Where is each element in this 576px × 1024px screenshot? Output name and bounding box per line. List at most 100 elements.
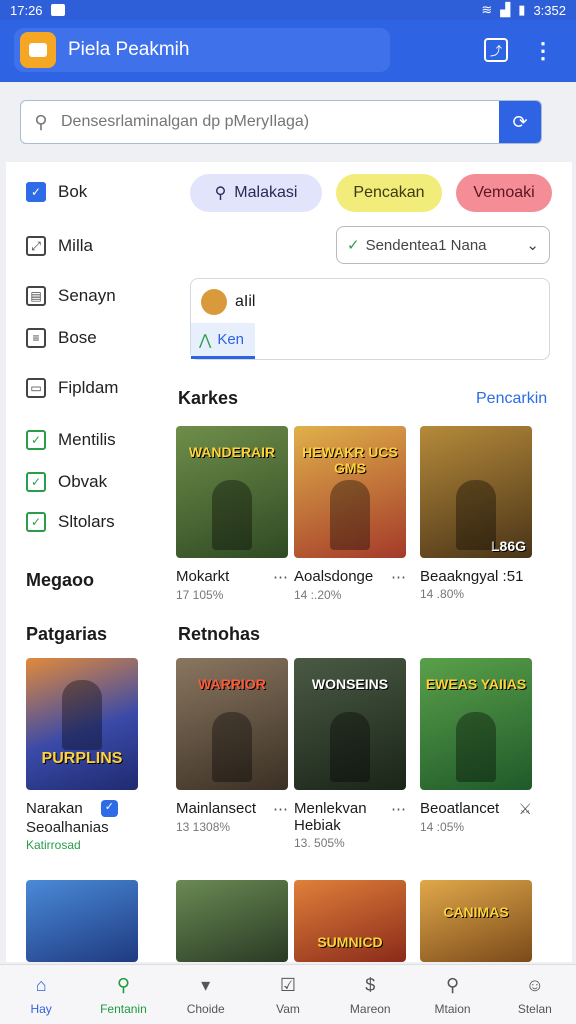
thumbnail-caption: HEWAKR UCS GMS <box>302 444 398 476</box>
game-card[interactable]: WANDERAIR Mokarkt ⋯ 17 105% <box>176 426 288 602</box>
refresh-button[interactable]: ⟳ <box>499 101 541 143</box>
bookmark-icon: ▾ <box>201 975 211 995</box>
game-thumbnail: PURPLINS <box>26 658 138 790</box>
status-bar: 17:26 ≋ ▟ ▮ 3:352 <box>0 0 576 20</box>
game-card[interactable]: SUMNICD <box>294 880 406 962</box>
nav-item-mareon[interactable]: $ Mareon <box>329 965 411 1024</box>
chart-icon: ⤢ <box>26 236 46 256</box>
game-card[interactable] <box>26 880 138 962</box>
thumbnail-caption: WARRIOR <box>198 676 266 692</box>
section-title-karkes: Karkes <box>178 388 239 408</box>
sidebar-item-senayn[interactable]: ▤ Senayn <box>26 286 116 306</box>
sidebar-item-label: Milla <box>58 236 93 255</box>
game-card[interactable]: CANIMAS <box>420 880 532 962</box>
card-subtitle: 14 .80% <box>420 587 465 601</box>
card-title: Mainlansect <box>176 800 257 817</box>
profile-icon: ☺ <box>525 975 545 995</box>
more-horiz-icon[interactable]: ⋯ <box>273 568 288 586</box>
chip-label: Vemoaki <box>473 184 535 201</box>
nav-item-vam[interactable]: ☑ Vam <box>247 965 329 1024</box>
nav-label: Choide <box>186 1001 225 1016</box>
card-status: Katirrosad <box>26 838 81 852</box>
thumbnail-caption: CANIMAS <box>443 904 509 920</box>
see-all-link[interactable]: Pencarkin <box>476 390 547 408</box>
sidebar-item-sltolars[interactable]: ✓ Sltolars <box>26 512 115 532</box>
section-title-retnohas: Retnohas <box>178 624 261 644</box>
battery-icon: ▮ <box>518 2 526 17</box>
sidebar-item-label: Senayn <box>58 286 116 305</box>
sidebar-item-fipldam[interactable]: ▭ Fipldam <box>26 378 118 398</box>
dropdown-value: Sendentea1 Nana <box>365 237 487 254</box>
nav-label: Mareon <box>349 1001 391 1016</box>
game-thumbnail: CANIMAS <box>420 880 532 962</box>
sidebar-item-milla[interactable]: ⤢ Milla <box>26 236 93 256</box>
sidebar-heading-patgarias: Patgarias <box>26 624 108 644</box>
verified-icon: ✓ <box>100 800 118 817</box>
nav-item-hay[interactable]: ⌂ Hay <box>0 965 82 1024</box>
app-bar: Piela Peakmih ⤴ ⋮ <box>0 20 576 82</box>
chip-pencakan[interactable]: Pencakan <box>336 174 442 212</box>
search-icon: ⚲ <box>34 111 48 132</box>
game-card[interactable]: HEWAKR UCS GMS Aoalsdonge ⋯ 14 :.20% <box>294 426 406 602</box>
nav-item-choide[interactable]: ▾ Choide <box>165 965 247 1024</box>
share-icon[interactable]: ⚔ <box>519 800 532 818</box>
card-subtitle: 14 :.20% <box>294 588 342 602</box>
sort-dropdown[interactable]: ✓ Sendentea1 Nana ⌄ <box>336 226 550 264</box>
sidebar-item-label: Bose <box>58 328 97 347</box>
more-horiz-icon[interactable]: ⋯ <box>391 568 406 586</box>
nav-label: Hay <box>30 1001 52 1016</box>
sidebar-item-obvak[interactable]: ✓ Obvak <box>26 472 107 492</box>
dollar-icon: $ <box>365 975 376 995</box>
nav-item-fentanin[interactable]: ⚲ Fentanin <box>82 965 164 1024</box>
chip-vemoaki[interactable]: Vemoaki <box>456 174 552 212</box>
search-icon: ⚲ <box>214 185 227 202</box>
signal-icon: ▟ <box>500 2 511 17</box>
game-thumbnail: HEWAKR UCS GMS <box>294 426 406 558</box>
checkbox-checked-icon: ✓ <box>26 182 46 202</box>
more-vert-icon[interactable]: ⋮ <box>530 38 556 64</box>
nav-item-stelan[interactable]: ☺ Stelan <box>494 965 576 1024</box>
sidebar-item-mentilis[interactable]: ✓ Mentilis <box>26 430 116 450</box>
game-thumbnail <box>26 880 138 962</box>
game-card[interactable]: EWEAS YAIIAS Beoatlancet ⚔ 14 :05% <box>420 658 532 834</box>
user-tag[interactable]: ⋀ Ken <box>191 323 255 359</box>
card-subtitle: 13. 505% <box>294 836 345 850</box>
game-card[interactable]: WONSEINS Menlekvan Hebiak ⋯ 13. 505% <box>294 658 406 850</box>
chip-label: Malakasi <box>234 184 298 201</box>
featured-game-card[interactable]: PURPLINS Narakan ✓ Seoalhanias Katirrosad <box>26 658 138 852</box>
nav-item-mtaion[interactable]: ⚲ Mtaion <box>411 965 493 1024</box>
thumbnail-caption: WONSEINS <box>311 676 389 692</box>
more-horiz-icon[interactable]: ⋯ <box>273 800 288 818</box>
game-card[interactable] <box>176 880 288 962</box>
game-card[interactable]: WARRIOR Mainlansect ⋯ 13 1308% <box>176 658 288 834</box>
user-card[interactable]: aIil ⋀ Ken <box>190 278 550 360</box>
sidebar-item-bok[interactable]: ✓ Bok <box>26 182 87 202</box>
avatar <box>201 289 227 315</box>
chat-icon: ▭ <box>26 378 46 398</box>
wifi-icon: ≋ <box>481 2 493 17</box>
user-tag-label: Ken <box>217 331 245 348</box>
arrow-up-icon: ⋀ <box>199 331 212 349</box>
card-title: Beoatlancet <box>420 800 500 817</box>
share-icon[interactable]: ⤴ <box>484 38 508 62</box>
game-thumbnail: WANDERAIR <box>176 426 288 558</box>
app-title-pill[interactable]: Piela Peakmih <box>14 28 390 72</box>
sidebar-item-label: Bok <box>58 182 88 201</box>
card-title: Aoalsdonge <box>294 568 374 585</box>
thumbnail-caption: WANDERAIR <box>188 444 276 460</box>
chip-label: Pencakan <box>353 184 425 201</box>
game-card[interactable]: L86G Beaakngyal :51 14 .80% <box>420 426 532 601</box>
search-input[interactable] <box>61 113 499 131</box>
nav-label: Mtaion <box>434 1001 471 1016</box>
sidebar-item-label: Mentilis <box>58 430 116 449</box>
thumbnail-caption: PURPLINS <box>41 750 123 767</box>
search-alert-icon: ⚲ <box>445 975 460 995</box>
app-title: Piela Peakmih <box>68 39 190 60</box>
sidebar-item-label: Fipldam <box>58 378 119 397</box>
more-horiz-icon[interactable]: ⋯ <box>391 800 406 834</box>
sidebar-item-bose[interactable]: ≡ Bose <box>26 328 97 348</box>
card-title: Menlekvan Hebiak <box>294 800 367 834</box>
checkbox-icon: ✓ <box>26 472 46 492</box>
chip-malakasi[interactable]: ⚲ Malakasi <box>190 174 322 212</box>
checkbox-icon: ✓ <box>26 430 46 450</box>
